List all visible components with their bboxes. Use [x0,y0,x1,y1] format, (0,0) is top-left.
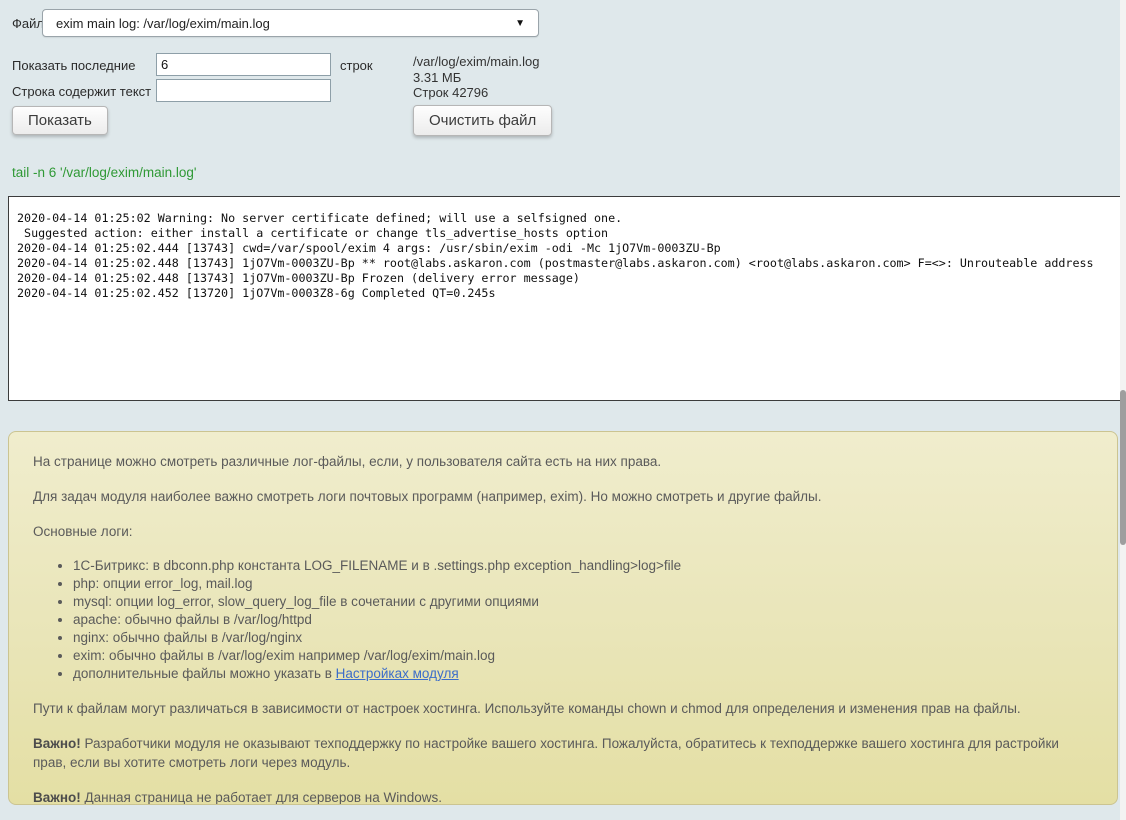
list-item: 1С-Битрикс: в dbconn.php константа LOG_F… [73,557,1093,575]
file-select-label: Файл [12,16,44,31]
show-last-input[interactable] [156,53,331,76]
log-list: 1С-Битрикс: в dbconn.php константа LOG_F… [33,557,1093,683]
clear-file-button[interactable]: Очистить файл [413,105,552,136]
file-size: 3.31 МБ [413,70,539,86]
file-info: /var/log/exim/main.log 3.31 МБ Строк 427… [413,54,539,101]
show-last-label: Показать последние [12,58,135,73]
list-item: mysql: опции log_error, slow_query_log_f… [73,593,1093,611]
filter-text-label: Строка содержит текст [12,84,151,99]
show-button[interactable]: Показать [12,106,108,135]
filter-text-input[interactable] [156,79,331,102]
help-paragraph: Пути к файлам могут различаться в зависи… [33,699,1093,718]
help-paragraph: На странице можно смотреть различные лог… [33,452,1093,471]
list-item: exim: обычно файлы в /var/log/exim напри… [73,647,1093,665]
file-select[interactable]: exim main log: /var/log/exim/main.log ▼ [42,9,539,37]
help-box: На странице можно смотреть различные лог… [8,431,1118,805]
list-item: дополнительные файлы можно указать в Нас… [73,665,1093,683]
module-settings-link[interactable]: Настройках модуля [336,666,459,681]
list-item: php: опции error_log, mail.log [73,575,1093,593]
list-item: nginx: обычно файлы в /var/log/nginx [73,629,1093,647]
file-line-count: Строк 42796 [413,85,539,101]
rows-suffix-label: строк [340,58,373,73]
file-path: /var/log/exim/main.log [413,54,539,70]
scrollbar[interactable] [1120,0,1126,820]
log-viewer-page: Файл exim main log: /var/log/exim/main.l… [0,0,1126,820]
list-item: apache: обычно файлы в /var/log/httpd [73,611,1093,629]
log-output: 2020-04-14 01:25:02 Warning: No server c… [9,197,1120,309]
help-paragraph: Для задач модуля наиболее важно смотреть… [33,487,1093,506]
chevron-down-icon: ▼ [515,18,538,29]
scrollbar-thumb[interactable] [1120,390,1126,545]
log-output-box: 2020-04-14 01:25:02 Warning: No server c… [8,196,1121,401]
file-select-value: exim main log: /var/log/exim/main.log [43,16,515,31]
help-paragraph: Важно! Разработчики модуля не оказывают … [33,734,1093,772]
help-paragraph: Основные логи: [33,522,1093,541]
help-paragraph: Важно! Данная страница не работает для с… [33,788,1093,805]
tail-command: tail -n 6 '/var/log/exim/main.log' [12,165,196,180]
